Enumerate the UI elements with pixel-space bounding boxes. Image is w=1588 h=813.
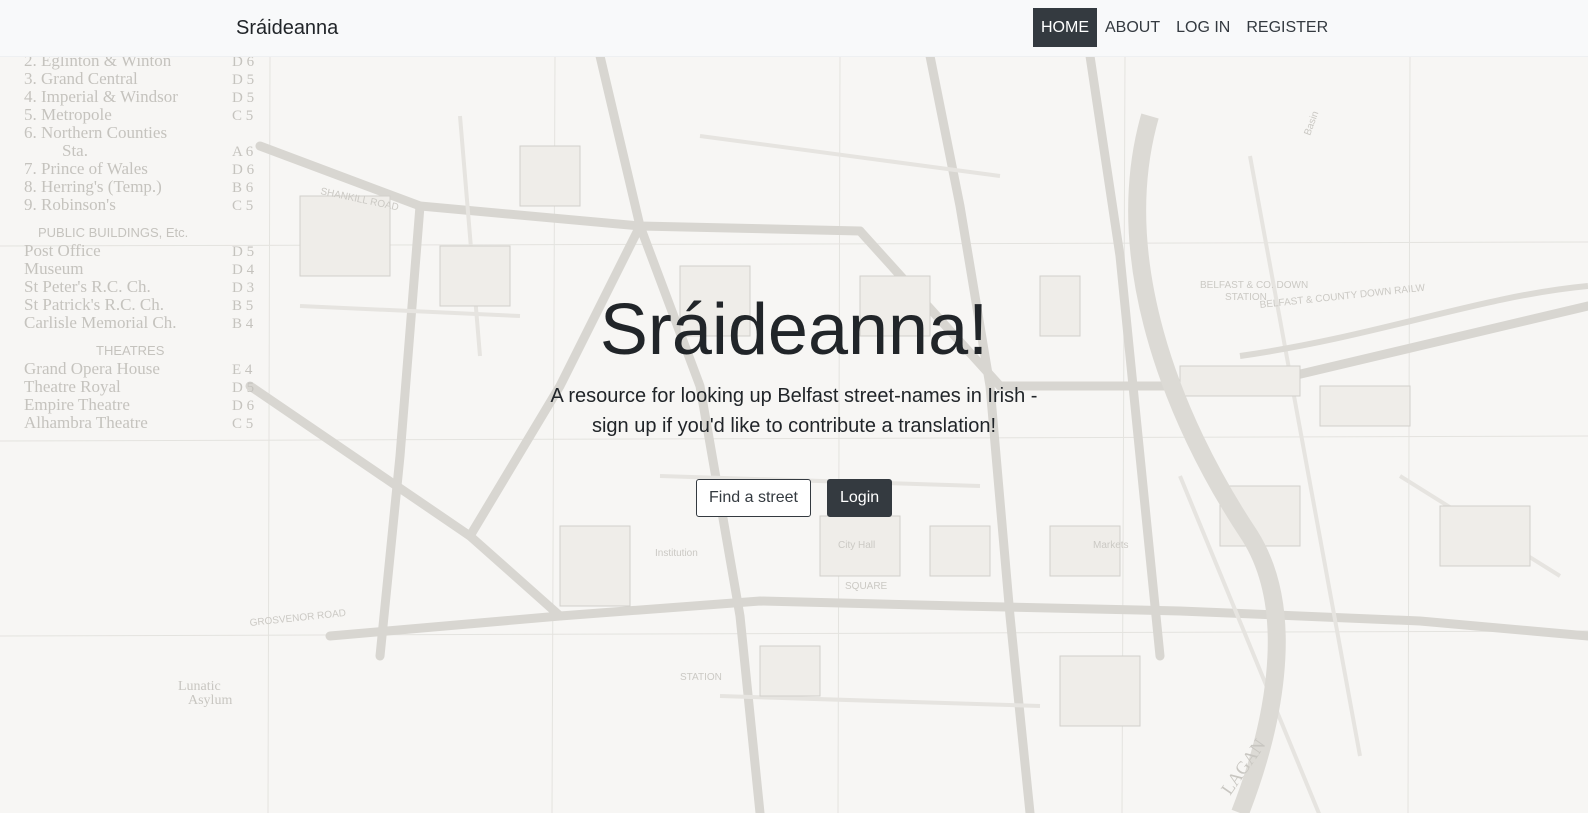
nav-home[interactable]: HOME bbox=[1033, 8, 1097, 47]
nav-log-in[interactable]: LOG IN bbox=[1168, 8, 1238, 47]
hero-lead-text: A resource for looking up Belfast street… bbox=[550, 385, 1038, 437]
login-button[interactable]: Login bbox=[827, 479, 892, 517]
nav-register[interactable]: REGISTER bbox=[1238, 8, 1336, 47]
find-a-street-button[interactable]: Find a street bbox=[696, 479, 811, 517]
hero-title: Sráideanna! bbox=[599, 290, 989, 370]
nav-about[interactable]: ABOUT bbox=[1097, 8, 1168, 47]
hero-section: Sráideanna! A resource for looking up Be… bbox=[0, 56, 1588, 813]
main-nav: HOME ABOUT LOG IN REGISTER bbox=[1033, 8, 1336, 47]
brand-link[interactable]: Sráideanna bbox=[236, 16, 338, 40]
top-navbar: Sráideanna HOME ABOUT LOG IN REGISTER bbox=[0, 0, 1588, 57]
